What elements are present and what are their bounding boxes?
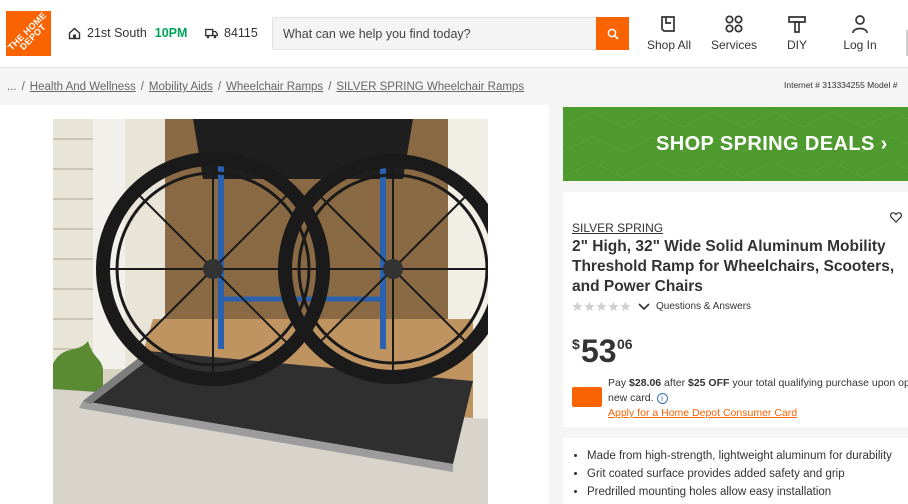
search-input[interactable] [273, 18, 598, 49]
site-header: THE HOME DEPOT 21st South 10PM 84115 Wha… [0, 0, 908, 68]
brand-link[interactable]: SILVER SPRING [572, 221, 663, 235]
store-name: 21st South [87, 26, 147, 40]
shop-spring-deals-banner[interactable]: SHOP SPRING DEALS › [563, 107, 908, 181]
nav-label: Log In [843, 38, 877, 52]
logo-text: THE HOME DEPOT [6, 11, 49, 53]
search-bar [272, 17, 629, 50]
offer-line2: new card. [608, 392, 654, 404]
zip-code: 84115 [224, 26, 258, 40]
product-highlights: Made from high-strength, lightweight alu… [563, 438, 908, 504]
price-cents: 06 [617, 336, 633, 352]
questions-answers-link[interactable]: Questions & Answers [656, 301, 751, 312]
model-info: Internet # 313334255 Model # [784, 80, 898, 90]
highlight-list: Made from high-strength, lightweight alu… [587, 448, 892, 502]
store-hours: 10PM [154, 26, 188, 40]
nav-shop-all[interactable]: Shop All [645, 14, 693, 52]
delivery-zip-selector[interactable]: 84115 [205, 26, 258, 40]
breadcrumb-link-health[interactable]: Health And Wellness [30, 81, 136, 93]
nav-label: Shop All [646, 38, 692, 52]
chevron-down-icon[interactable] [638, 302, 650, 311]
card-offer-text: Pay $28.06 after $25 OFF your total qual… [608, 376, 908, 406]
product-photo-illustration [53, 119, 488, 504]
home-depot-logo[interactable]: THE HOME DEPOT [6, 11, 51, 56]
star-icon [608, 301, 619, 312]
breadcrumb-bar: ... / Health And Wellness / Mobility Aids / Wh… [0, 68, 908, 105]
store-icon [68, 27, 81, 39]
star-icon [596, 301, 607, 312]
product-title: 2" High, 32" Wide Solid Aluminum Mobilit… [572, 238, 895, 295]
breadcrumb-ellipsis[interactable]: ... [7, 81, 17, 93]
offer-suffix: your total qualifying purchase upon ope [729, 377, 908, 389]
star-icon [620, 301, 631, 312]
nav-log-in[interactable]: Log In [838, 14, 882, 52]
breadcrumb-link-wheelchair-ramps[interactable]: Wheelchair Ramps [226, 81, 323, 93]
nav-label: Services [710, 38, 757, 52]
product-image[interactable] [53, 119, 488, 504]
nav-label: DIY [786, 38, 807, 52]
truck-icon [205, 28, 218, 38]
offer-discount: $25 OFF [688, 377, 730, 389]
apply-card-link[interactable]: Apply for a Home Depot Consumer Card [608, 407, 797, 419]
nav-services[interactable]: Services [708, 14, 760, 52]
star-icon [584, 301, 595, 312]
breadcrumb-link-silver-spring-ramps[interactable]: SILVER SPRING Wheelchair Ramps [336, 81, 524, 93]
credit-card-icon [572, 387, 602, 407]
heart-icon[interactable] [890, 212, 902, 223]
diy-icon [788, 16, 806, 33]
services-icon [725, 15, 743, 33]
offer-amount: $28.06 [629, 377, 662, 389]
promo-text: SHOP SPRING DEALS › [656, 133, 888, 156]
search-icon [607, 28, 619, 40]
store-selector[interactable]: 21st South 10PM [68, 26, 187, 40]
offer-mid: after [661, 377, 688, 389]
list-item: Predrilled mounting holes allow easy ins… [587, 484, 892, 502]
nav-diy[interactable]: DIY [780, 14, 814, 52]
promo-label: SHOP SPRING DEALS [656, 133, 875, 155]
product-info-card: SILVER SPRING 2" High, 32" Wide Solid Al… [563, 192, 908, 427]
search-button[interactable] [596, 17, 629, 50]
price-currency: $ [572, 336, 580, 352]
shop-all-icon [661, 16, 675, 32]
chevron-right-icon: › [880, 133, 888, 155]
rating-row: Questions & Answers [572, 301, 751, 312]
star-icon [572, 301, 583, 312]
user-icon [852, 15, 868, 34]
info-icon[interactable]: i [656, 392, 668, 404]
breadcrumb: ... / Health And Wellness / Mobility Aids / Wh… [7, 81, 525, 93]
list-item: Grit coated surface provides added safet… [587, 466, 892, 484]
list-item: Made from high-strength, lightweight alu… [587, 448, 892, 466]
price-dollars: 53 [581, 333, 617, 369]
breadcrumb-link-mobility-aids[interactable]: Mobility Aids [149, 81, 213, 93]
offer-prefix: Pay [608, 377, 630, 389]
